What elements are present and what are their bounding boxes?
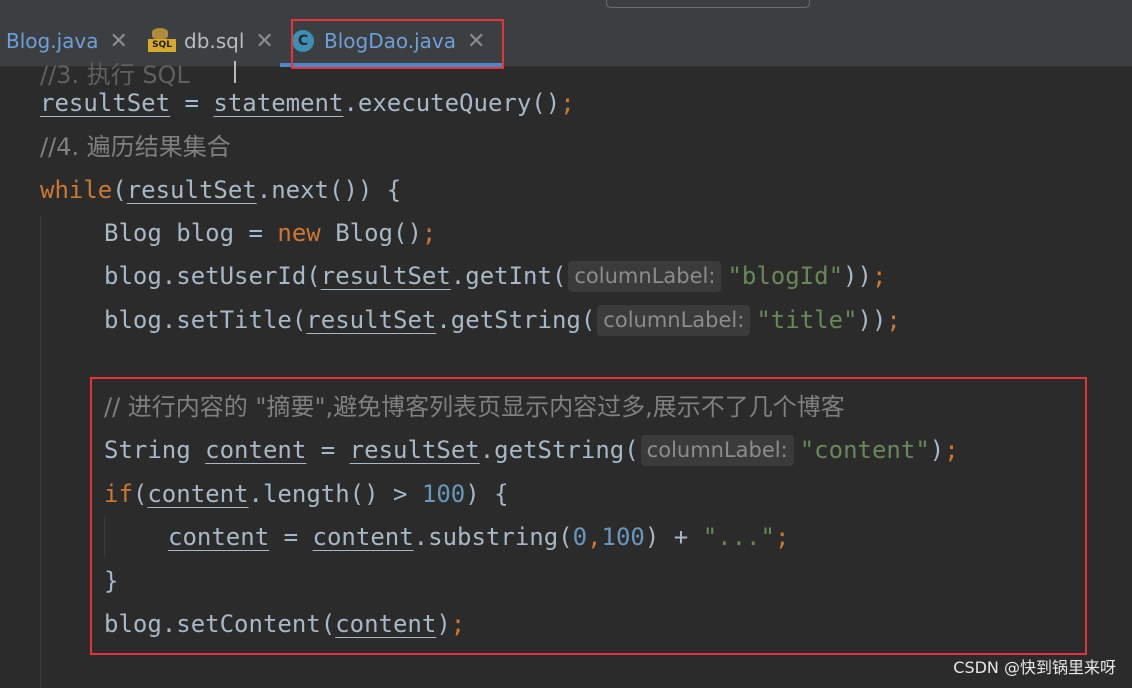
variable: resultSet	[320, 262, 451, 290]
string-literal: "blogId"	[727, 262, 844, 290]
sql-file-icon: SQL	[148, 28, 176, 54]
code-token: ;	[421, 219, 437, 247]
indent-guide	[40, 215, 41, 688]
window-top-strip	[0, 0, 1132, 18]
search-field-edge[interactable]	[606, 0, 810, 8]
code-comment[interactable]: //4. 遍历结果集合	[40, 129, 231, 165]
code-highlight-box	[90, 377, 1087, 655]
sql-badge: SQL	[148, 39, 176, 52]
code-token: Blog blog =	[104, 219, 278, 247]
code-token: =	[170, 89, 214, 117]
code-token: ))	[857, 306, 887, 334]
tab-highlight-box	[291, 19, 504, 69]
variable: statement	[213, 89, 344, 117]
code-line[interactable]: blog.setUserId(resultSet.getInt(columnLa…	[104, 258, 886, 294]
parameter-hint: columnLabel:	[597, 305, 751, 336]
code-line[interactable]: while(resultSet.next()) {	[40, 172, 401, 208]
keyword: while	[40, 176, 113, 204]
text-caret	[234, 61, 236, 83]
code-token: ))	[843, 262, 872, 290]
code-line[interactable]: blog.setTitle(resultSet.getString(column…	[104, 302, 901, 338]
tab-label: db.sql	[184, 29, 245, 53]
code-line[interactable]: resultSet = statement.executeQuery();	[40, 85, 575, 121]
variable: resultSet	[40, 89, 171, 117]
keyword: new	[277, 219, 321, 247]
variable: resultSet	[306, 306, 437, 334]
code-token: ;	[560, 89, 575, 117]
variable: resultSet	[126, 176, 257, 204]
code-token: .next()) {	[256, 176, 402, 204]
code-token: .executeQuery()	[343, 89, 561, 117]
code-token: ;	[871, 262, 887, 290]
code-token: .getInt(	[450, 262, 567, 290]
close-icon[interactable]: ✕	[109, 29, 127, 54]
code-token: .getString(	[436, 306, 596, 334]
string-literal: "title"	[756, 306, 858, 334]
watermark: CSDN @快到锅里来呀	[953, 658, 1116, 677]
code-token: blog.setUserId(	[104, 262, 321, 290]
code-token: (	[112, 176, 127, 204]
tab-label: Blog.java	[6, 29, 99, 53]
code-token: ;	[886, 306, 901, 334]
code-line[interactable]: Blog blog = new Blog();	[104, 215, 436, 251]
parameter-hint: columnLabel:	[568, 261, 722, 292]
code-token: Blog()	[320, 219, 422, 247]
code-token: blog.setTitle(	[104, 306, 307, 334]
close-icon[interactable]: ✕	[255, 29, 273, 54]
